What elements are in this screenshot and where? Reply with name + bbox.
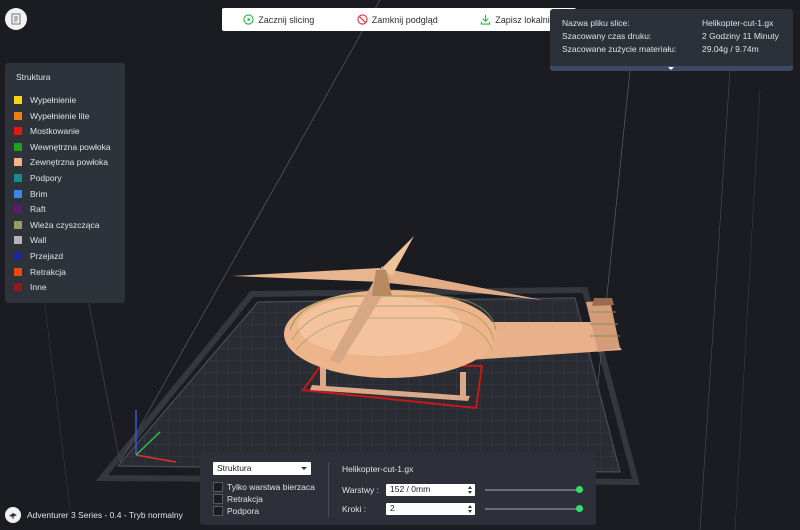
spin-down-icon[interactable] bbox=[468, 491, 472, 494]
legend-item-label: Mostkowanie bbox=[30, 126, 80, 137]
info-filename-value: Helikopter-cut-1.gx bbox=[702, 18, 774, 28]
download-icon bbox=[481, 14, 491, 25]
close-preview-button[interactable]: Zamknij podgląd bbox=[357, 14, 438, 25]
info-material-value: 29.04g / 9.74m bbox=[702, 44, 759, 54]
only-current-layer-checkbox[interactable] bbox=[213, 481, 223, 492]
legend-item: Wewnętrzna powłoka bbox=[14, 142, 111, 152]
layers-slider-handle[interactable] bbox=[576, 486, 583, 493]
cancel-icon bbox=[357, 14, 368, 25]
printer-status[interactable]: Adventurer 3 Series - 0.4 - Tryb normaln… bbox=[5, 507, 183, 523]
structure-legend: Struktura Wypełnienie Wypełnienie lite Mos… bbox=[5, 63, 125, 303]
legend-item-label: Wieża czyszcząca bbox=[30, 219, 100, 230]
legend-item-label: Wypełnienie bbox=[30, 95, 77, 105]
steps-spinbox[interactable]: 2 bbox=[386, 503, 475, 515]
info-material-row: Szacowane zużycie materiału: 29.04g / 9.… bbox=[550, 44, 793, 56]
steps-slider-track bbox=[485, 508, 583, 510]
legend-item: Wypełnienie bbox=[14, 95, 76, 105]
retraction-checkbox-row[interactable]: Retrakcja bbox=[213, 493, 263, 504]
legend-item-label: Podpory bbox=[30, 173, 62, 183]
legend-item: Przejazd bbox=[14, 251, 63, 261]
layers-slider-track bbox=[485, 489, 583, 491]
info-time-value: 2 Godziny 11 Minuty bbox=[702, 31, 779, 41]
legend-item: Raft bbox=[14, 204, 46, 214]
support-label: Podpora bbox=[227, 505, 260, 516]
legend-item: Brim bbox=[14, 189, 47, 199]
info-material-label: Szacowane zużycie materiału: bbox=[562, 44, 677, 54]
legend-item: Wypełnienie lite bbox=[14, 111, 89, 121]
play-icon bbox=[243, 14, 254, 25]
steps-slider[interactable] bbox=[485, 504, 583, 514]
legend-item: Wall bbox=[14, 235, 46, 245]
spin-up-icon[interactable] bbox=[468, 486, 472, 489]
legend-item-label: Wypełnienie lite bbox=[30, 110, 90, 121]
legend-item: Wieża czyszcząca bbox=[14, 220, 99, 230]
legend-item-label: Raft bbox=[30, 204, 46, 215]
top-toolbar: Zacznij slicing Zamknij podgląd Zapisz l… bbox=[222, 8, 576, 31]
legend-swatch bbox=[14, 158, 22, 167]
start-slicing-label: Zacznij slicing bbox=[258, 14, 315, 25]
legend-swatch bbox=[14, 283, 22, 292]
support-checkbox[interactable] bbox=[213, 505, 223, 516]
support-checkbox-row[interactable]: Podpora bbox=[213, 505, 259, 516]
legend-item-label: Zewnętrzna powłoka bbox=[30, 157, 108, 168]
chevron-down-icon bbox=[668, 67, 674, 70]
legend-item-label: Retrakcja bbox=[30, 266, 66, 277]
info-filename-row: Nazwa pliku slice: Helikopter-cut-1.gx bbox=[550, 18, 793, 30]
steps-label: Kroki : bbox=[342, 504, 367, 514]
helicopter-body bbox=[284, 290, 497, 378]
app-menu-icon[interactable] bbox=[5, 8, 27, 30]
view-mode-value: Struktura bbox=[217, 463, 252, 473]
info-time-label: Szacowany czas druku: bbox=[562, 31, 652, 41]
legend-item-label: Brim bbox=[30, 188, 48, 199]
layers-label: Warstwy : bbox=[342, 485, 379, 495]
info-time-row: Szacowany czas druku: 2 Godziny 11 Minut… bbox=[550, 31, 793, 43]
legend-swatch bbox=[14, 252, 22, 260]
chevron-down-icon bbox=[301, 467, 307, 470]
steps-slider-handle[interactable] bbox=[576, 505, 583, 512]
legend-swatch bbox=[14, 96, 22, 104]
legend-item-label: Inne bbox=[30, 282, 47, 293]
steps-value: 2 bbox=[390, 503, 395, 513]
legend-item: Mostkowanie bbox=[14, 126, 80, 136]
slice-info-panel: Nazwa pliku slice: Helikopter-cut-1.gx S… bbox=[550, 9, 793, 71]
close-preview-label: Zamknij podgląd bbox=[371, 14, 438, 25]
spin-down-icon[interactable] bbox=[468, 510, 472, 513]
layers-spinbox[interactable]: 152 / 0mm bbox=[386, 484, 475, 496]
printer-status-label: Adventurer 3 Series - 0.4 - Tryb normaln… bbox=[27, 510, 183, 520]
retraction-label: Retrakcja bbox=[227, 493, 263, 504]
legend-swatch bbox=[14, 205, 22, 214]
legend-item: Zewnętrzna powłoka bbox=[14, 157, 108, 167]
retraction-checkbox[interactable] bbox=[213, 493, 223, 504]
spin-up-icon[interactable] bbox=[468, 505, 472, 508]
legend-item-label: Wall bbox=[30, 235, 47, 246]
legend-swatch bbox=[14, 267, 22, 276]
legend-swatch bbox=[14, 127, 22, 136]
legend-swatch bbox=[14, 174, 22, 182]
legend-title: Struktura bbox=[16, 72, 51, 82]
printer-icon bbox=[5, 507, 21, 523]
model-filename: Helikopter-cut-1.gx bbox=[342, 464, 414, 474]
legend-swatch bbox=[14, 189, 22, 198]
layers-value: 152 / 0mm bbox=[390, 484, 431, 494]
info-filename-label: Nazwa pliku slice: bbox=[562, 18, 630, 28]
legend-item-label: Przejazd bbox=[30, 251, 64, 261]
panel-divider bbox=[328, 462, 329, 517]
legend-swatch bbox=[14, 220, 22, 229]
save-local-button[interactable]: Zapisz lokalnie bbox=[480, 14, 555, 25]
legend-swatch bbox=[14, 236, 22, 245]
legend-item: Podpory bbox=[14, 173, 62, 183]
preview-controls-panel: Struktura Tylko warstwa bierzaca Retrakc… bbox=[200, 452, 596, 525]
legend-swatch bbox=[14, 142, 22, 151]
legend-item-label: Wewnętrzna powłoka bbox=[30, 141, 111, 152]
legend-item: Retrakcja bbox=[14, 267, 66, 277]
layers-slider[interactable] bbox=[485, 485, 583, 495]
info-collapse-bar[interactable] bbox=[550, 66, 793, 71]
view-mode-select[interactable]: Struktura bbox=[213, 462, 311, 475]
legend-swatch bbox=[14, 111, 22, 120]
save-local-label: Zapisz lokalnie bbox=[495, 14, 555, 25]
only-current-layer-label: Tylko warstwa bierzaca bbox=[227, 481, 315, 492]
legend-item: Inne bbox=[14, 282, 47, 292]
start-slicing-button[interactable]: Zacznij slicing bbox=[243, 14, 314, 25]
only-current-layer-checkbox-row[interactable]: Tylko warstwa bierzaca bbox=[213, 481, 315, 492]
